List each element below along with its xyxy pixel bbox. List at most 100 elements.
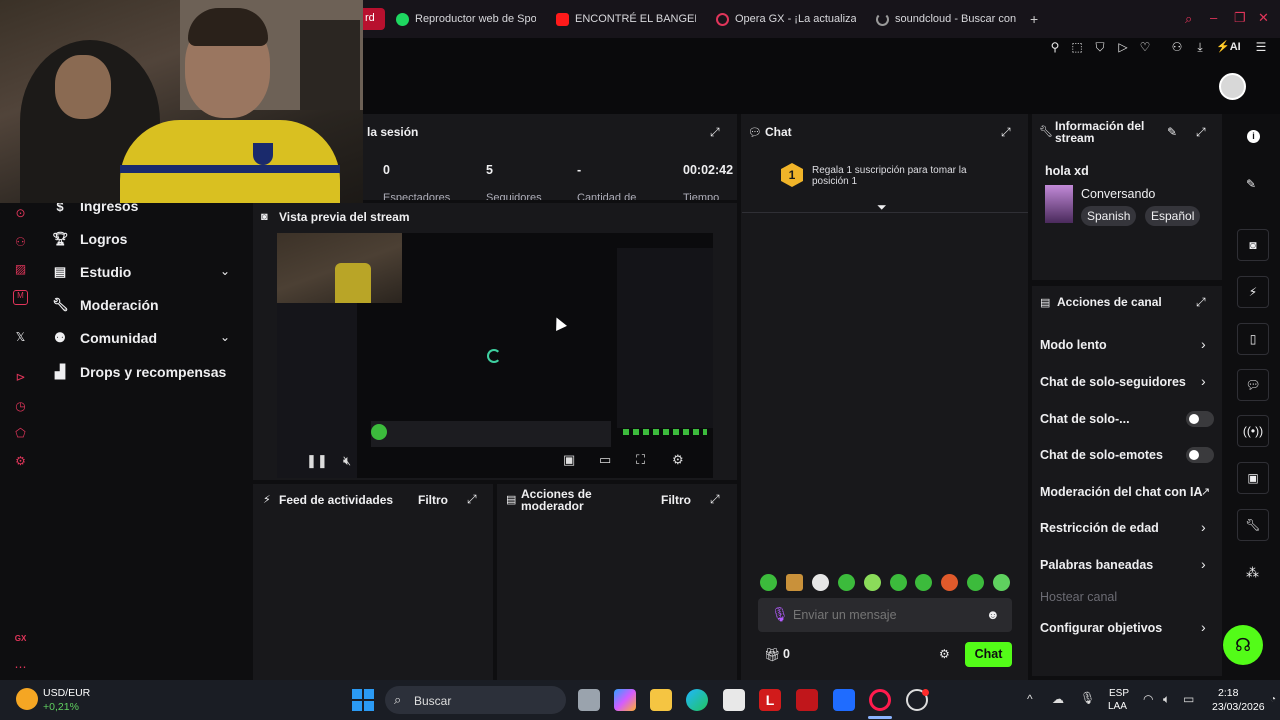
copilot-icon[interactable] — [614, 689, 636, 711]
gift-leaderboard-text[interactable]: Regala 1 suscripción para tomar la posic… — [812, 165, 992, 187]
windows-start-icon[interactable] — [352, 689, 374, 711]
emote-icon[interactable] — [967, 574, 984, 591]
action-slow-mode[interactable]: Modo lento — [1040, 338, 1107, 352]
tab-spotify[interactable]: Reproductor web de Spoti — [396, 8, 536, 30]
nav-item-drops[interactable]: ▟ Drops y recompensas — [52, 362, 226, 382]
subs-only-toggle[interactable] — [1186, 411, 1214, 427]
edge-icon[interactable] — [686, 689, 708, 711]
document-icon[interactable]: ▯ — [1237, 323, 1269, 355]
popout-icon[interactable]: ⤢ — [467, 492, 477, 507]
task-view-icon[interactable] — [578, 689, 600, 711]
sidebar-history-icon[interactable]: ◷ — [13, 399, 28, 414]
sidebar-ai-icon[interactable]: ⊙ — [13, 206, 28, 221]
new-tab-button[interactable]: + — [1030, 11, 1038, 27]
sidebar-settings-icon[interactable]: ⚙ — [13, 454, 28, 469]
shield-icon[interactable]: ⛉ — [1093, 40, 1107, 54]
play-icon[interactable]: ▷ — [1116, 40, 1130, 54]
nav-item-comunidad[interactable]: ⚉ Comunidad — [52, 328, 157, 348]
emote-icon[interactable] — [838, 574, 855, 591]
chat-icon[interactable]: 💬︎ — [1237, 369, 1269, 401]
tab-opera[interactable]: Opera GX - ¡La actualiza — [716, 8, 856, 30]
search-tabs-icon[interactable]: ⌕ — [1185, 11, 1192, 27]
snapshot-icon[interactable]: ⬚ — [1070, 40, 1084, 54]
theater-icon[interactable]: ▭ — [599, 452, 611, 468]
action-age-restriction[interactable]: Restricción de edad — [1040, 521, 1159, 535]
file-explorer-icon[interactable] — [650, 689, 672, 711]
action-subs-only[interactable]: Chat de solo-... — [1040, 412, 1130, 426]
wifi-icon[interactable]: ◠ — [1143, 692, 1153, 706]
emotes-only-toggle[interactable] — [1186, 447, 1214, 463]
menu-icon[interactable]: ☰ — [1254, 40, 1268, 54]
action-followers-only[interactable]: Chat de solo-seguidores — [1040, 375, 1186, 389]
browser-tab-active[interactable]: rd — [363, 8, 385, 30]
video-icon[interactable]: ▣ — [1237, 462, 1269, 494]
cloud-icon[interactable]: ☁ — [1052, 692, 1064, 706]
emote-icon[interactable] — [941, 574, 958, 591]
gx-icon[interactable]: GX — [13, 634, 28, 649]
filter-button[interactable]: Filtro — [661, 493, 691, 507]
screenshot-icon[interactable]: ◙ — [1237, 229, 1269, 261]
action-emotes-only[interactable]: Chat de solo-emotes — [1040, 448, 1163, 462]
microphone-icon[interactable]: 🎙︎ — [1080, 691, 1095, 705]
popout-icon[interactable]: ⤢ — [1196, 295, 1206, 310]
lang-top[interactable]: ESP — [1109, 688, 1129, 699]
emote-icon[interactable] — [864, 574, 881, 591]
broadcast-icon[interactable]: ((•)) — [1237, 415, 1269, 447]
nav-item-estudio[interactable]: ▤ Estudio — [52, 262, 242, 282]
chevron-right-icon[interactable]: › — [1201, 519, 1206, 535]
nav-item-logros[interactable]: 🏆︎ Logros — [52, 229, 127, 249]
action-banned-words[interactable]: Palabras baneadas — [1040, 558, 1153, 572]
pencil-icon[interactable]: ✎ — [1246, 177, 1256, 191]
popout-icon[interactable]: ⤢ — [710, 125, 720, 140]
pin-icon[interactable]: ⚲ — [1048, 40, 1062, 54]
minimize-icon[interactable]: – — [1210, 10, 1217, 25]
chevron-right-icon[interactable]: › — [1201, 373, 1206, 389]
popout-icon[interactable]: ⤢ — [1001, 125, 1011, 140]
ticker-name[interactable]: USD/EUR — [43, 687, 90, 699]
chevron-down-icon[interactable]: ⌄ — [220, 264, 230, 278]
emote-icon[interactable] — [890, 574, 907, 591]
sidebar-hot-icon[interactable]: ▨ — [13, 262, 28, 277]
mcafee-icon[interactable] — [796, 689, 818, 711]
chevron-down-icon[interactable]: ⌄ — [220, 330, 230, 344]
taskbar-search[interactable] — [385, 686, 566, 714]
tag-pill[interactable]: Español — [1145, 206, 1201, 226]
nav-item-moderacion[interactable]: 🔧︎ Moderación — [52, 295, 159, 315]
fullscreen-icon[interactable]: ⛶ — [636, 452, 645, 468]
opera-gx-icon[interactable] — [869, 689, 891, 711]
emote-icon[interactable] — [915, 574, 932, 591]
filter-button[interactable]: Filtro — [418, 493, 448, 507]
info-icon[interactable]: i — [1247, 130, 1260, 143]
tag-pill[interactable]: Spanish — [1081, 206, 1137, 226]
microphone-icon[interactable]: 🎙︎ — [771, 606, 789, 623]
tab-youtube[interactable]: ENCONTRÉ EL BANGER D — [556, 8, 696, 30]
maximize-icon[interactable]: ❐ — [1234, 10, 1246, 26]
pip-icon[interactable]: ▣ — [563, 452, 575, 468]
bolt-icon[interactable]: ⚡︎ — [1237, 276, 1269, 308]
clock-time[interactable]: 2:18 — [1218, 687, 1238, 699]
heart-icon[interactable]: ♡ — [1138, 40, 1152, 54]
close-icon[interactable]: ✕ — [1258, 10, 1269, 26]
emote-icon[interactable] — [760, 574, 777, 591]
emote-icon[interactable] — [993, 574, 1010, 591]
edit-icon[interactable]: ✎ — [1167, 125, 1177, 139]
external-link-icon[interactable]: ↗ — [1201, 485, 1210, 498]
emoji-icon[interactable]: ☻ — [986, 607, 1000, 622]
l-app-icon[interactable]: L — [759, 689, 781, 711]
action-goals[interactable]: Configurar objetivos — [1040, 621, 1162, 635]
volume-icon[interactable]: 🔈︎ — [1163, 692, 1170, 707]
settings-icon[interactable]: ⚙ — [672, 452, 684, 468]
chat-settings-icon[interactable]: ⚙ — [939, 647, 950, 661]
chat-message-input[interactable] — [793, 603, 973, 627]
chevron-right-icon[interactable]: › — [1201, 556, 1206, 572]
chevron-right-icon[interactable]: › — [1201, 619, 1206, 635]
emote-icon[interactable] — [786, 574, 803, 591]
sidebar-player-icon[interactable]: ⊳ — [13, 370, 28, 385]
chat-send-button[interactable]: Chat — [965, 642, 1012, 667]
dropbox-icon[interactable] — [833, 689, 855, 711]
notifications-icon[interactable]: ◔ — [1270, 694, 1276, 705]
action-ai-moderation[interactable]: Moderación del chat con IA — [1040, 485, 1203, 499]
tab-soundcloud[interactable]: soundcloud - Buscar con G — [876, 8, 1016, 30]
sidebar-games-icon[interactable]: ⚇ — [13, 235, 28, 250]
pause-icon[interactable]: ❚❚ — [306, 453, 328, 469]
